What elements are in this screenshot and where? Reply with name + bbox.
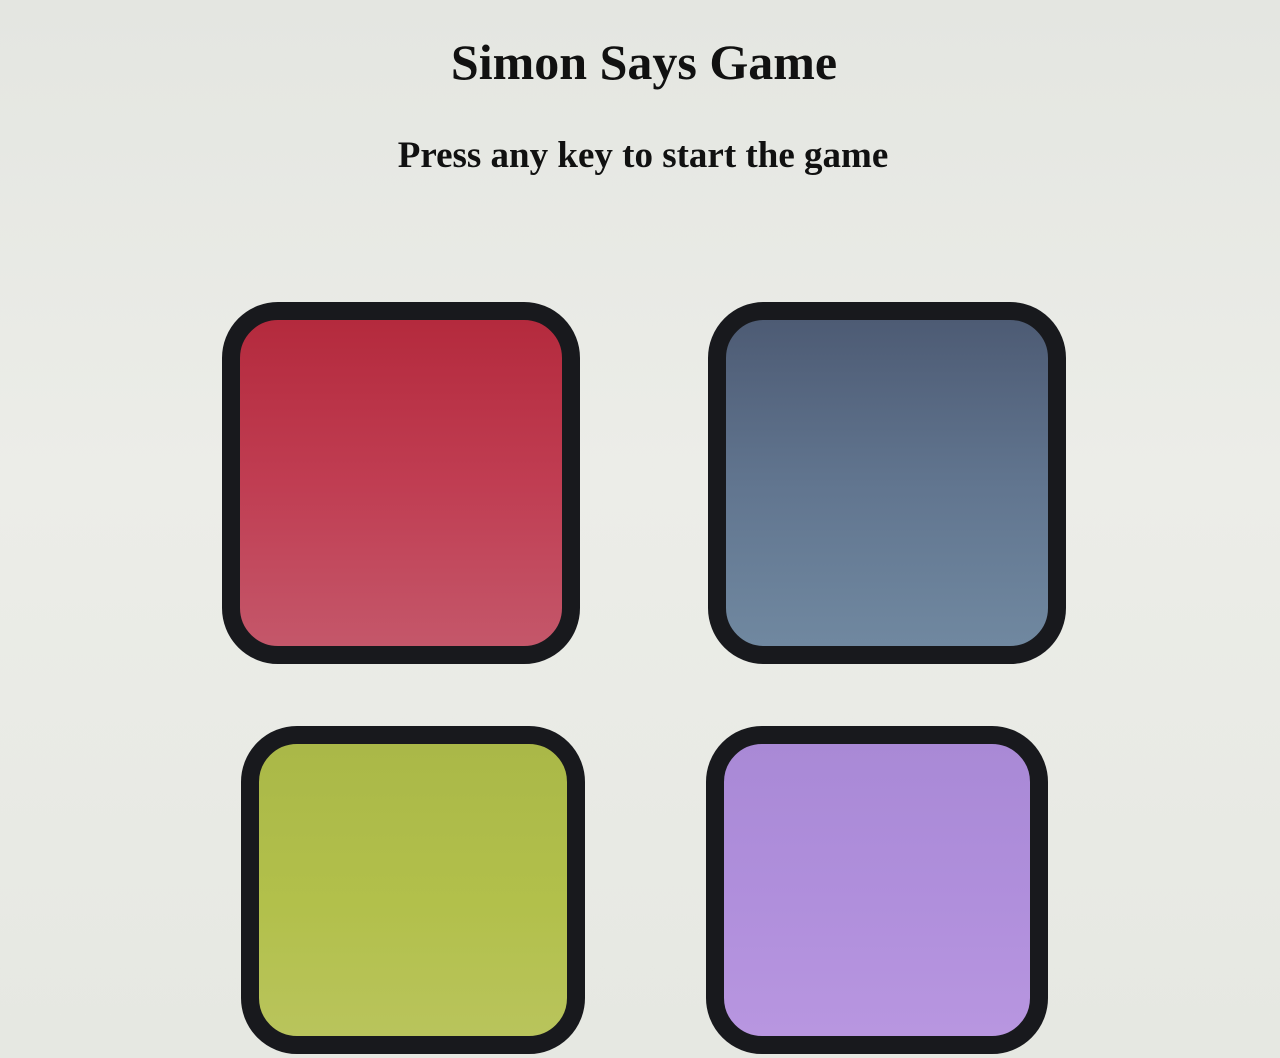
game-status-text: Press any key to start the game	[397, 135, 889, 176]
green-button[interactable]	[241, 726, 585, 1054]
page-title: Simon Says Game	[450, 34, 838, 90]
blue-button[interactable]	[708, 302, 1066, 664]
purple-button[interactable]	[706, 726, 1048, 1054]
red-button[interactable]	[222, 302, 580, 664]
